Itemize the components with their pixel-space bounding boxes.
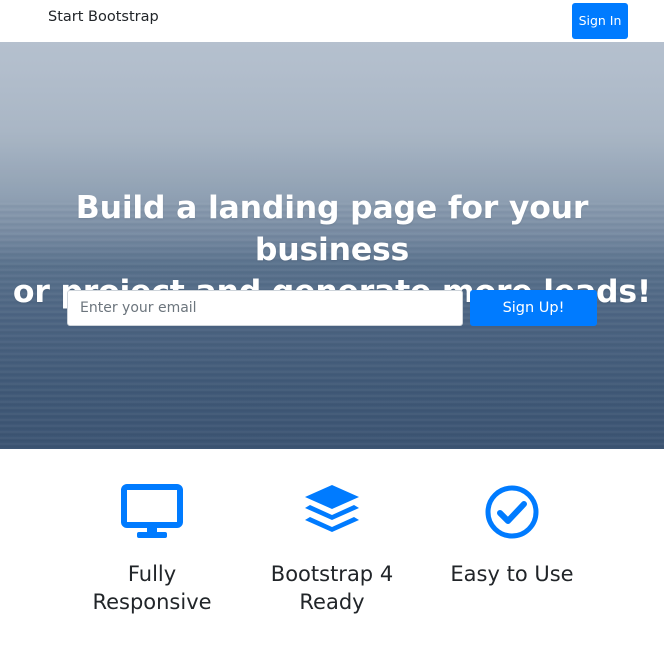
desktop-monitor-icon bbox=[121, 484, 183, 538]
feature-label-line-1: Bootstrap 4 bbox=[270, 562, 394, 586]
email-input[interactable] bbox=[67, 290, 463, 326]
feature-label: Bootstrap 4 Ready bbox=[242, 560, 422, 616]
feature-label-line-1: Fully bbox=[127, 562, 177, 586]
brand-link[interactable]: Start Bootstrap bbox=[48, 9, 159, 25]
feature-label-line-2: Responsive bbox=[92, 590, 212, 614]
masthead-hero: Build a landing page for your business o… bbox=[0, 42, 664, 449]
feature-label-line-1: Easy to Use bbox=[450, 562, 574, 586]
check-circle-icon bbox=[485, 485, 539, 539]
hero-headline-line-1: Build a landing page for your business bbox=[75, 190, 589, 268]
sign-up-button[interactable]: Sign Up! bbox=[470, 290, 597, 326]
feature-label: Easy to Use bbox=[422, 560, 602, 588]
navbar: Start Bootstrap Sign In bbox=[0, 0, 664, 42]
feature-label-line-2: Ready bbox=[299, 590, 365, 614]
feature-label: Fully Responsive bbox=[62, 560, 242, 616]
layers-stack-icon bbox=[305, 485, 359, 532]
sign-in-button[interactable]: Sign In bbox=[572, 3, 628, 39]
features-section: Fully Responsive Bootstrap 4 Ready Easy … bbox=[0, 449, 664, 664]
